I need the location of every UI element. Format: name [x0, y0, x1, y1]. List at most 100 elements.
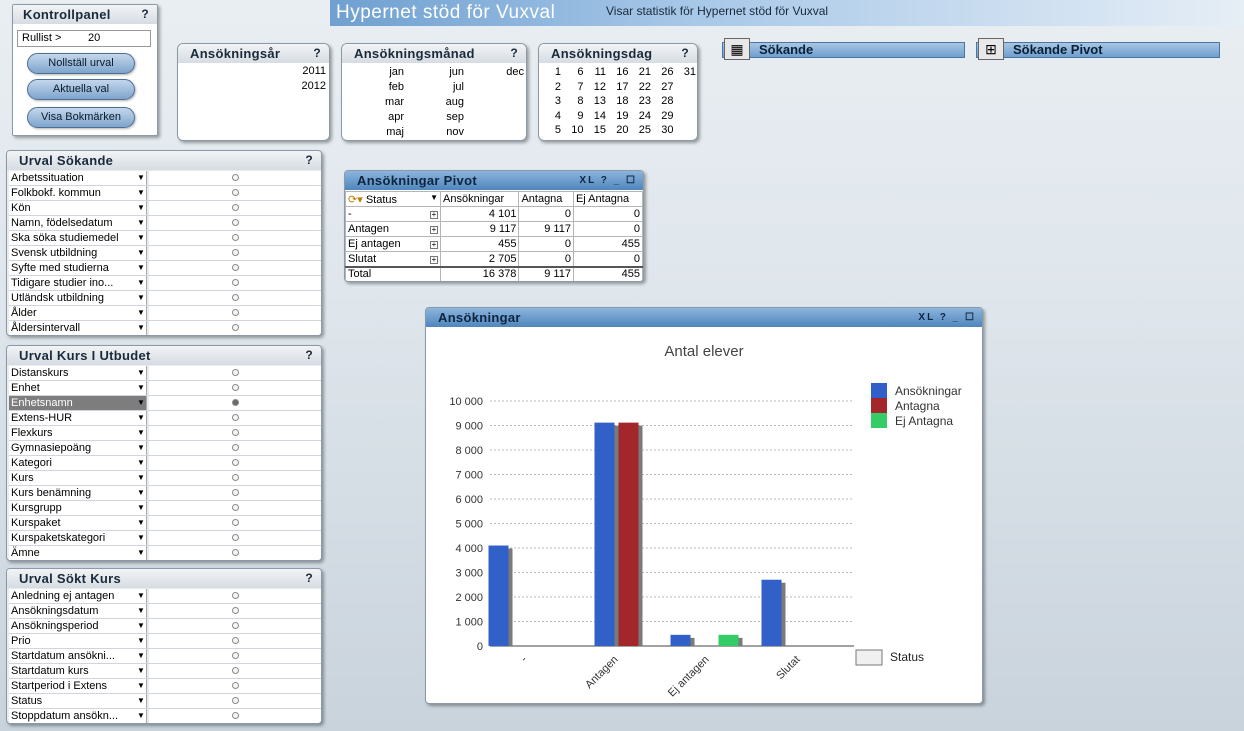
list-item[interactable]: 24: [633, 109, 651, 123]
field-value[interactable]: [149, 634, 321, 648]
list-item[interactable]: 19: [611, 109, 628, 123]
column-header-ej-antagna[interactable]: Ej Antagna: [572, 191, 643, 207]
field-value[interactable]: [149, 694, 321, 708]
field-row[interactable]: Arbetssituation ▼: [9, 171, 321, 186]
expand-icon[interactable]: +: [430, 211, 438, 219]
list-item[interactable]: 22: [633, 80, 651, 94]
field-name[interactable]: Stoppdatum ansökn...: [9, 709, 147, 723]
list-item[interactable]: 31: [678, 65, 696, 79]
field-row[interactable]: Namn, födelsedatum ▼: [9, 216, 321, 231]
field-row[interactable]: Åldersintervall ▼: [9, 321, 321, 335]
field-row[interactable]: Tidigare studier ino... ▼: [9, 276, 321, 291]
list-item[interactable]: apr: [356, 110, 404, 125]
list-item[interactable]: 28: [656, 94, 673, 108]
column-header-ansokningar[interactable]: Ansökningar: [439, 191, 520, 207]
dropdown-arrow-icon[interactable]: ▼: [137, 246, 145, 260]
list-item[interactable]: 15: [588, 123, 606, 137]
field-value[interactable]: [149, 531, 321, 545]
list-item[interactable]: jun: [416, 65, 464, 80]
dropdown-arrow-icon[interactable]: ▼: [137, 411, 145, 425]
field-value[interactable]: [149, 426, 321, 440]
list-item[interactable]: 12: [588, 80, 606, 94]
rullist-field[interactable]: Rullist > 20: [17, 30, 151, 47]
help-icon[interactable]: ?: [305, 346, 313, 365]
field-name[interactable]: Startdatum ansökni...: [9, 649, 147, 663]
dropdown-arrow-icon[interactable]: ▼: [137, 604, 145, 618]
sokande-sheet-button[interactable]: Sökande: [722, 42, 965, 58]
field-name[interactable]: Kurspaket: [9, 516, 147, 530]
field-value[interactable]: [149, 441, 321, 455]
list-item[interactable]: 4: [543, 109, 561, 123]
list-item[interactable]: 30: [656, 123, 673, 137]
dropdown-arrow-icon[interactable]: ▼: [137, 366, 145, 380]
field-name[interactable]: Ålder: [9, 306, 147, 320]
list-item[interactable]: 16: [611, 65, 628, 79]
field-name[interactable]: Gymnasiepoäng: [9, 441, 147, 455]
list-item[interactable]: 18: [611, 94, 628, 108]
field-row[interactable]: Extens-HUR ▼: [9, 411, 321, 426]
visa-bokmarken-button[interactable]: Visa Bokmärken: [27, 107, 135, 128]
field-row[interactable]: Enhetsnamn ▼: [9, 396, 321, 411]
field-value[interactable]: [149, 246, 321, 260]
dropdown-arrow-icon[interactable]: ▼: [137, 649, 145, 663]
field-name[interactable]: Startperiod i Extens: [9, 679, 147, 693]
field-value[interactable]: [149, 664, 321, 678]
list-item[interactable]: 2: [543, 80, 561, 94]
row-label[interactable]: Antagen +: [345, 221, 441, 237]
list-item[interactable]: 2011: [302, 64, 326, 78]
field-name[interactable]: Enhetsnamn: [9, 396, 147, 410]
field-value[interactable]: [149, 321, 321, 335]
list-item[interactable]: 10: [566, 123, 583, 137]
dropdown-arrow-icon[interactable]: ▼: [137, 186, 145, 200]
list-item[interactable]: 21: [633, 65, 651, 79]
field-value[interactable]: [149, 619, 321, 633]
field-value[interactable]: [149, 306, 321, 320]
field-row[interactable]: Ansökningsdatum ▼: [9, 604, 321, 619]
field-row[interactable]: Syfte med studierna ▼: [9, 261, 321, 276]
list-item[interactable]: 17: [611, 80, 628, 94]
dropdown-arrow-icon[interactable]: ▼: [137, 381, 145, 395]
field-value[interactable]: [149, 366, 321, 380]
field-value[interactable]: [149, 546, 321, 560]
field-name[interactable]: Enhet: [9, 381, 147, 395]
field-row[interactable]: Kategori ▼: [9, 456, 321, 471]
dropdown-arrow-icon[interactable]: ▼: [137, 501, 145, 515]
list-item[interactable]: 20: [611, 123, 628, 137]
field-value[interactable]: [149, 186, 321, 200]
expand-icon[interactable]: +: [430, 226, 438, 234]
dropdown-arrow-icon[interactable]: ▼: [137, 619, 145, 633]
list-item[interactable]: jul: [416, 80, 464, 95]
dropdown-arrow-icon[interactable]: ▼: [137, 231, 145, 245]
field-value[interactable]: [149, 709, 321, 723]
field-name[interactable]: Arbetssituation: [9, 171, 147, 185]
field-value[interactable]: [149, 201, 321, 215]
field-row[interactable]: Ålder ▼: [9, 306, 321, 321]
field-row[interactable]: Svensk utbildning ▼: [9, 246, 321, 261]
list-item[interactable]: 5: [543, 123, 561, 137]
dropdown-arrow-icon[interactable]: ▼: [137, 486, 145, 500]
field-row[interactable]: Gymnasiepoäng ▼: [9, 441, 321, 456]
field-name[interactable]: Anledning ej antagen: [9, 589, 147, 603]
list-item[interactable]: 11: [588, 65, 606, 79]
field-row[interactable]: Ämne ▼: [9, 546, 321, 560]
sokande-pivot-sheet-button[interactable]: Sökande Pivot: [976, 42, 1220, 58]
expand-icon[interactable]: +: [430, 241, 438, 249]
dropdown-arrow-icon[interactable]: ▼: [137, 664, 145, 678]
field-row[interactable]: Ansökningsperiod ▼: [9, 619, 321, 634]
dropdown-arrow-icon[interactable]: ▼: [137, 709, 145, 723]
list-item[interactable]: 6: [566, 65, 583, 79]
nollstall-urval-button[interactable]: Nollställ urval: [27, 53, 135, 74]
dropdown-arrow-icon[interactable]: ▼: [137, 396, 145, 410]
field-value[interactable]: [149, 381, 321, 395]
field-name[interactable]: Ansökningsdatum: [9, 604, 147, 618]
field-name[interactable]: Startdatum kurs: [9, 664, 147, 678]
field-name[interactable]: Kurspaketskategori: [9, 531, 147, 545]
field-value[interactable]: [149, 171, 321, 185]
dropdown-arrow-icon[interactable]: ▼: [137, 546, 145, 560]
list-item[interactable]: sep: [416, 110, 464, 125]
list-item[interactable]: 7: [566, 80, 583, 94]
help-icon[interactable]: ?: [305, 151, 313, 170]
list-item[interactable]: mar: [356, 95, 404, 110]
field-name[interactable]: Distanskurs: [9, 366, 147, 380]
field-name[interactable]: Prio: [9, 634, 147, 648]
